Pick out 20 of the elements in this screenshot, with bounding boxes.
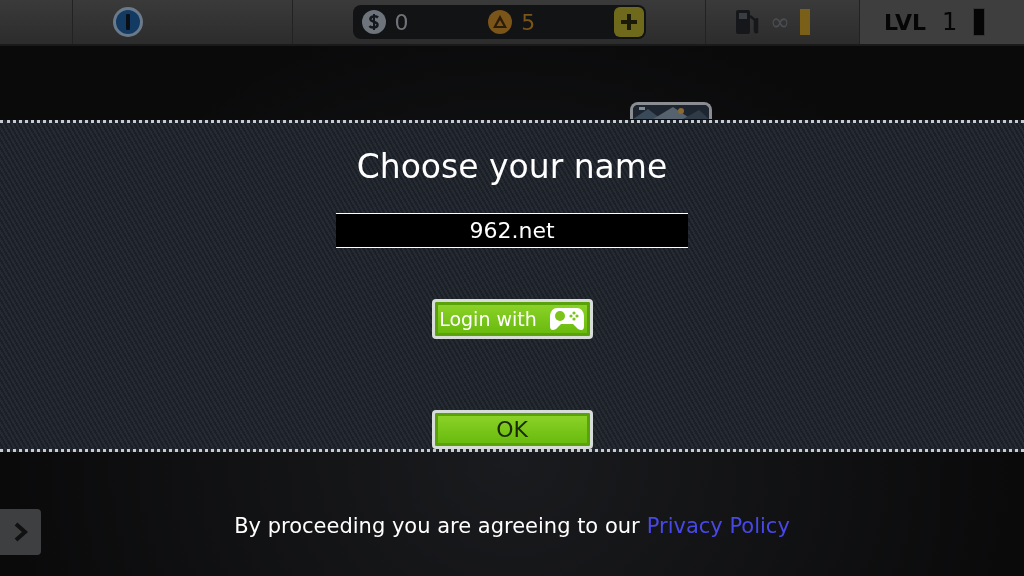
dialog-title: Choose your name [356, 146, 668, 188]
fuel-amount: ∞ [770, 8, 790, 36]
gamepad-icon [548, 306, 585, 332]
ok-button[interactable]: OK [431, 409, 593, 449]
name-input-field[interactable]: 962.net [336, 213, 688, 249]
chevron-right-icon [13, 522, 28, 542]
add-currency-button[interactable] [613, 7, 644, 37]
fuel-meter [800, 9, 810, 35]
fuel-pump-icon [734, 8, 760, 36]
experience-bar [973, 8, 986, 36]
currency-amount: 0 [394, 9, 409, 35]
next-button[interactable] [0, 509, 41, 555]
info-icon[interactable] [112, 6, 144, 38]
level-value: 1 [942, 8, 958, 36]
triangle-coin-icon [487, 9, 514, 35]
level-label: LVL [884, 9, 927, 35]
consent-text: By proceeding you are agreeing to our [234, 514, 640, 538]
currency-amount: 5 [521, 9, 536, 35]
plus-icon [620, 14, 637, 30]
dollar-coin-icon [360, 9, 387, 35]
